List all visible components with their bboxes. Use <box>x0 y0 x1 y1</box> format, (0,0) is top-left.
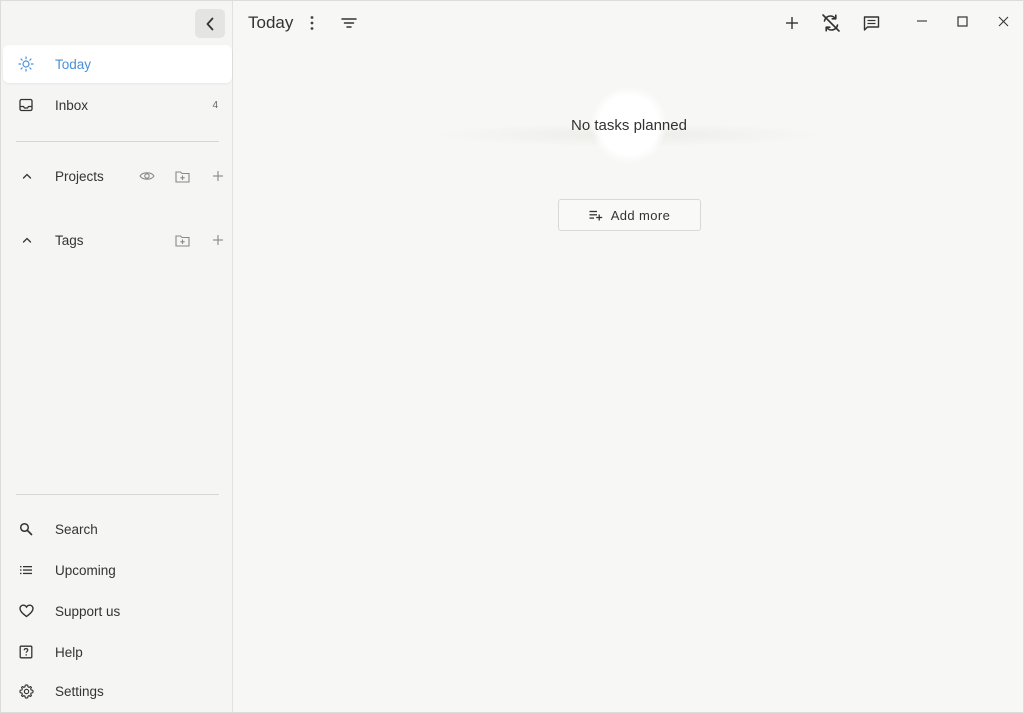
playlist-add-icon <box>589 210 602 220</box>
projects-label: Projects <box>55 168 104 184</box>
inbox-icon <box>18 97 34 113</box>
inbox-count-badge: 4 <box>212 99 218 111</box>
close-window-button[interactable] <box>992 10 1014 32</box>
tags-label: Tags <box>55 232 84 248</box>
empty-state: No tasks planned <box>433 85 825 165</box>
eye-icon[interactable] <box>138 167 156 185</box>
more-vertical-icon <box>310 16 314 30</box>
add-more-button[interactable]: Add more <box>558 199 701 231</box>
sidebar-item-upcoming[interactable]: Upcoming <box>3 551 232 589</box>
minimize-window-button[interactable] <box>911 10 933 32</box>
add-folder-icon[interactable] <box>173 231 191 249</box>
sidebar-item-search[interactable]: Search <box>3 510 232 548</box>
chevron-up-icon[interactable] <box>20 233 34 247</box>
help-icon <box>18 644 34 660</box>
sync-off-icon <box>822 14 840 32</box>
page-title: Today <box>248 13 294 32</box>
comments-button[interactable] <box>860 12 882 34</box>
filter-icon <box>341 18 357 28</box>
sidebar-item-label: Settings <box>55 683 104 699</box>
sidebar: Today Inbox 4 Projects Tags Search Upcom… <box>1 1 233 712</box>
list-icon <box>18 562 34 578</box>
sidebar-item-label: Upcoming <box>55 562 116 578</box>
sync-button[interactable] <box>819 11 843 35</box>
more-options-button[interactable] <box>303 13 321 33</box>
projects-section-header: Projects <box>3 161 232 191</box>
sidebar-item-label: Support us <box>55 603 121 619</box>
collapse-sidebar-button[interactable] <box>195 9 225 38</box>
sidebar-divider <box>16 494 219 495</box>
message-icon <box>863 15 879 31</box>
minimize-icon <box>917 20 927 22</box>
filter-button[interactable] <box>338 13 360 33</box>
chevron-left-icon <box>206 17 214 30</box>
close-icon <box>998 16 1008 26</box>
chevron-up-icon[interactable] <box>20 169 34 183</box>
plus-icon <box>786 17 798 29</box>
sidebar-item-label: Help <box>55 644 83 660</box>
empty-state-message: No tasks planned <box>571 117 687 134</box>
sidebar-item-today[interactable]: Today <box>3 45 232 83</box>
sidebar-item-support-us[interactable]: Support us <box>3 592 232 630</box>
sidebar-item-inbox[interactable]: Inbox 4 <box>3 86 232 124</box>
search-icon <box>18 521 34 537</box>
app-window: Today Inbox 4 Projects Tags Search Upcom… <box>0 0 1024 713</box>
heart-icon <box>18 603 34 619</box>
gear-icon <box>18 683 34 699</box>
add-task-button[interactable] <box>781 12 803 34</box>
sidebar-item-label: Search <box>55 521 98 537</box>
sidebar-item-settings[interactable]: Settings <box>3 672 232 710</box>
sidebar-item-label: Today <box>55 56 92 72</box>
plus-icon[interactable] <box>209 167 227 185</box>
plus-icon[interactable] <box>209 231 227 249</box>
sun-icon <box>18 56 34 72</box>
add-more-label: Add more <box>610 207 671 223</box>
tags-section-header: Tags <box>3 225 232 255</box>
sidebar-item-help[interactable]: Help <box>3 633 232 671</box>
add-folder-icon[interactable] <box>173 167 191 185</box>
maximize-window-button[interactable] <box>951 10 973 32</box>
maximize-icon <box>956 15 968 27</box>
sidebar-divider <box>16 141 219 142</box>
sidebar-item-label: Inbox <box>55 97 89 113</box>
